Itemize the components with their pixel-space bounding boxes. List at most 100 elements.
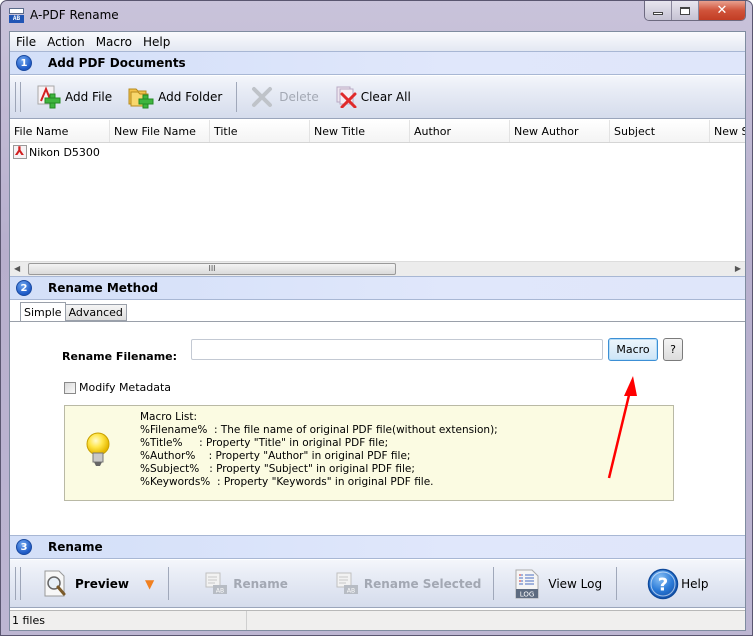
table-header: File Name New File Name Title New Title … — [10, 120, 745, 143]
rename-filename-label: Rename Filename: — [62, 350, 178, 363]
macro-list-line: %Filename% : The file name of original P… — [140, 424, 498, 436]
rename-selected-ab-icon: AB — [336, 572, 358, 594]
section-rename: 3 Rename — [10, 535, 745, 559]
lightbulb-icon — [86, 432, 110, 466]
toolbar-grip[interactable] — [15, 567, 21, 600]
add-folder-icon — [128, 88, 154, 109]
delete-button[interactable]: Delete — [243, 76, 326, 118]
macro-list-line: %Subject% : Property "Subject" in origin… — [140, 463, 415, 475]
macro-list-line: Macro List: — [140, 411, 198, 423]
step-1-badge: 1 — [16, 55, 32, 71]
menu-bar: File Action Macro Help — [10, 32, 745, 51]
rename-toolbar: Preview ▼ AB Rename AB Rename Selected L… — [10, 560, 745, 608]
scroll-left-arrow-icon[interactable]: ◀ — [14, 264, 20, 273]
column-header-new-file-name[interactable]: New File Name — [110, 120, 210, 142]
scroll-right-arrow-icon[interactable]: ▶ — [735, 264, 741, 273]
column-header-subject[interactable]: Subject — [610, 120, 710, 142]
window-controls: ✕ — [644, 1, 746, 21]
horizontal-scrollbar[interactable]: ◀ III ▶ — [10, 261, 745, 276]
preview-dropdown-arrow-icon[interactable]: ▼ — [145, 577, 154, 591]
column-header-new-author[interactable]: New Author — [510, 120, 610, 142]
toolbar-grip[interactable] — [15, 82, 21, 112]
add-toolbar: Add File Add Folder Delete Clear All — [10, 76, 745, 119]
log-file-icon: LOG — [515, 569, 539, 598]
column-header-new-subject[interactable]: New Subject — [710, 120, 745, 142]
pdf-file-icon — [13, 144, 27, 159]
menu-action[interactable]: Action — [46, 35, 93, 49]
macro-list-line: %Keywords% : Property "Keywords" in orig… — [140, 476, 434, 488]
toolbar-separator — [236, 82, 238, 112]
tab-simple[interactable]: Simple — [20, 302, 66, 321]
macro-button[interactable]: Macro — [608, 338, 658, 361]
close-button[interactable]: ✕ — [699, 1, 745, 20]
file-count-status: 1 files — [10, 611, 247, 630]
rename-button[interactable]: AB Rename — [175, 560, 296, 607]
help-button[interactable]: ? Help — [623, 560, 716, 607]
toolbar-separator — [168, 567, 170, 600]
rename-filename-input[interactable] — [191, 339, 603, 360]
view-log-button[interactable]: LOG View Log — [500, 560, 610, 607]
clear-all-icon — [336, 86, 357, 108]
add-file-button[interactable]: Add File — [29, 76, 120, 118]
status-bar: 1 files — [10, 610, 745, 630]
rename-label: Rename — [233, 576, 288, 591]
column-header-new-title[interactable]: New Title — [310, 120, 410, 142]
rename-ab-icon: AB — [205, 572, 228, 594]
macro-help-button[interactable]: ? — [663, 338, 683, 361]
log-icon-text: LOG — [520, 590, 535, 598]
scrollbar-thumb[interactable]: III — [28, 263, 396, 275]
title-bar[interactable]: AB A-PDF Rename ✕ — [1, 1, 752, 31]
toolbar-separator — [493, 567, 495, 600]
ab-icon-text: AB — [347, 587, 355, 594]
minimize-button[interactable] — [645, 1, 672, 20]
tab-advanced[interactable]: Advanced — [65, 304, 127, 321]
view-log-label: View Log — [548, 576, 603, 591]
toolbar-separator — [616, 567, 618, 600]
app-window: AB A-PDF Rename ✕ File Action Macro Help… — [0, 0, 753, 636]
add-folder-button[interactable]: Add Folder — [120, 76, 230, 118]
column-header-file-name[interactable]: File Name — [10, 120, 110, 142]
macro-list-line: %Title% : Property "Title" in original P… — [140, 437, 389, 449]
client-area: File Action Macro Help 1 Add PDF Documen… — [9, 31, 746, 631]
step-3-badge: 3 — [16, 539, 32, 555]
macro-list-info-box: Macro List: %Filename% : The file name of… — [64, 405, 674, 501]
menu-file[interactable]: File — [15, 35, 44, 49]
preview-button[interactable]: Preview ▼ — [29, 560, 162, 607]
preview-label: Preview — [75, 576, 130, 591]
section-title: Rename Method — [48, 281, 159, 295]
menu-help[interactable]: Help — [142, 35, 178, 49]
modify-metadata-checkbox[interactable] — [64, 381, 76, 394]
section-rename-method: 2 Rename Method — [10, 276, 745, 300]
add-file-label: Add File — [65, 90, 113, 104]
section-add-pdf-documents: 1 Add PDF Documents — [10, 51, 745, 75]
window-title: A-PDF Rename — [30, 8, 119, 22]
help-question-icon: ? — [647, 568, 679, 599]
step-2-badge: 2 — [16, 280, 32, 296]
minimize-icon — [653, 11, 663, 15]
file-name-cell: Nikon D5300 — [29, 145, 100, 159]
clear-all-button[interactable]: Clear All — [327, 76, 419, 118]
maximize-button[interactable] — [672, 1, 699, 20]
table-row[interactable]: Nikon D5300 — [10, 143, 745, 161]
column-header-author[interactable]: Author — [410, 120, 510, 142]
close-icon: ✕ — [716, 3, 728, 18]
menu-macro[interactable]: Macro — [95, 35, 140, 49]
modify-metadata-option[interactable]: Modify Metadata — [64, 381, 171, 394]
help-label: Help — [681, 576, 709, 591]
preview-magnifier-icon — [44, 570, 66, 596]
clear-all-label: Clear All — [360, 90, 411, 104]
section-title: Add PDF Documents — [48, 56, 186, 70]
rename-selected-label: Rename Selected — [363, 576, 482, 591]
svg-text:?: ? — [658, 574, 668, 595]
maximize-icon — [680, 6, 690, 15]
simple-tab-panel: Rename Filename: Macro ? Modify Metadata… — [10, 321, 745, 534]
rename-selected-button[interactable]: AB Rename Selected — [296, 560, 489, 607]
add-pdf-icon — [37, 85, 61, 109]
app-icon: AB — [9, 8, 24, 23]
delete-label: Delete — [279, 90, 319, 104]
file-list-table: File Name New File Name Title New Title … — [10, 120, 745, 261]
macro-list-text: Macro List: %Filename% : The file name of… — [140, 411, 498, 489]
ab-icon-text: AB — [216, 587, 224, 594]
macro-list-line: %Author% : Property "Author" in original… — [140, 450, 411, 462]
column-header-title[interactable]: Title — [210, 120, 310, 142]
